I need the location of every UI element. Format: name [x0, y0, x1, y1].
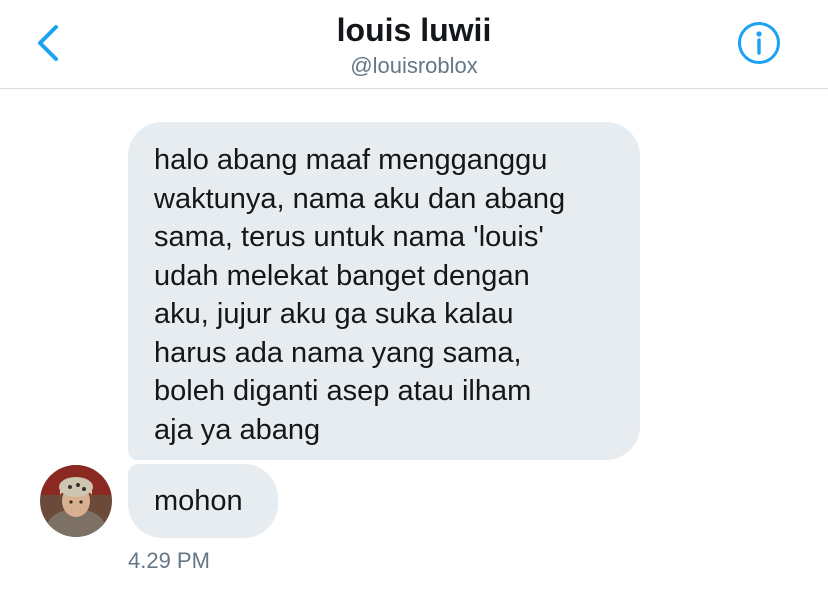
conversation-header: louis luwii @louisroblox	[0, 0, 828, 89]
contact-handle: @louisroblox	[350, 53, 478, 78]
message-bubble[interactable]: halo abang maaf mengganggu waktunya, nam…	[128, 122, 640, 460]
dm-conversation-screen: louis luwii @louisroblox halo abang maaf…	[0, 0, 828, 601]
avatar[interactable]	[40, 465, 112, 537]
info-icon	[737, 21, 781, 70]
info-button[interactable]	[736, 21, 782, 70]
message-timestamp: 4.29 PM	[128, 548, 210, 573]
contact-name: louis luwii	[336, 12, 492, 48]
header-title-group: louis luwii @louisroblox	[0, 10, 828, 80]
message-bubble[interactable]: mohon	[128, 464, 278, 538]
